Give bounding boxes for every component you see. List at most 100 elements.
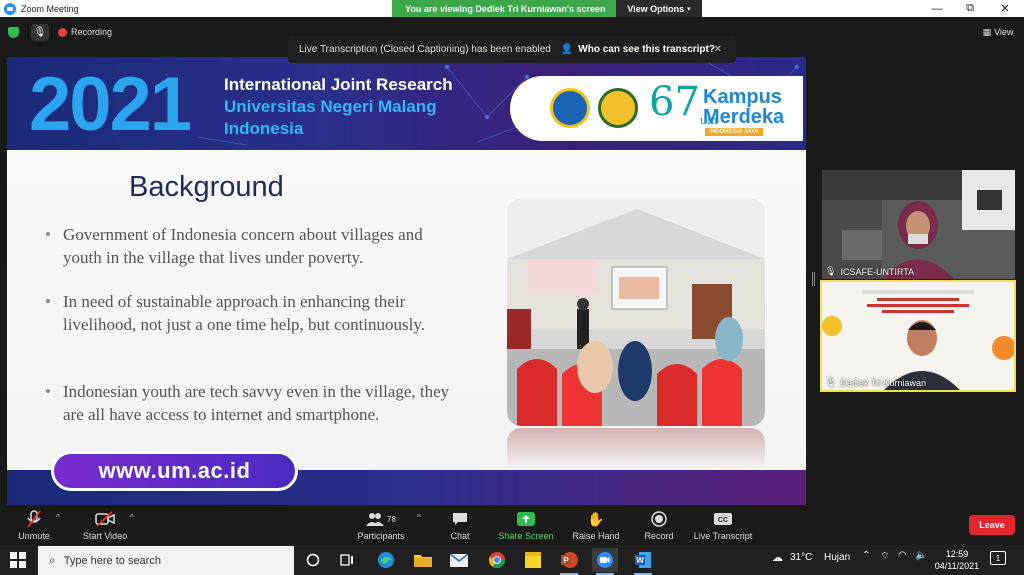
edge-browser-icon[interactable]	[373, 548, 399, 572]
tray-overflow-chevron-icon[interactable]: ⌃	[862, 550, 870, 561]
weather-rain-icon[interactable]: ☁	[772, 551, 783, 564]
participants-icon: 78	[361, 510, 401, 528]
grid-view-icon: ▦	[982, 26, 992, 37]
restore-button[interactable]: ⧉	[955, 0, 985, 17]
svg-text:P: P	[563, 556, 569, 565]
clock-time: 12:59	[945, 549, 969, 559]
shared-screen: 2021 International Joint Research Univer…	[7, 57, 806, 505]
participant-video-active-speaker[interactable]: 🎙 Dediek Tri Kurniawan	[820, 280, 1016, 392]
share-screen-button[interactable]: Share Screen	[497, 505, 555, 545]
year-text: 2021	[29, 62, 192, 147]
participant-name: Dediek Tri Kurniawan	[840, 377, 926, 388]
leave-button[interactable]: Leave	[969, 515, 1015, 535]
url-badge: www.um.ac.id	[51, 451, 298, 491]
bullet-item: In need of sustainable approach in enhan…	[45, 290, 465, 336]
taskbar-search-placeholder: Type here to search	[63, 554, 161, 567]
audio-options-caret[interactable]: ^	[56, 513, 60, 522]
bullet-item: Indonesian youth are tech savvy even in …	[45, 380, 465, 426]
participants-options-caret[interactable]: ^	[417, 513, 421, 522]
share-screen-label: Share Screen	[498, 531, 554, 541]
participant-video-feed	[822, 282, 1014, 390]
close-banner-button[interactable]: ✕	[714, 44, 722, 55]
live-transcript-label: Live Transcript	[693, 531, 753, 541]
workshop-photo-illustration	[507, 199, 765, 426]
svg-text:CC: CC	[718, 517, 728, 524]
view-label: View	[994, 27, 1014, 37]
record-label: Record	[644, 531, 674, 541]
bullet-text: In need of sustainable approach in enhan…	[63, 292, 425, 334]
website-url: www.um.ac.id	[98, 458, 251, 483]
mic-muted-icon: 🎙	[825, 377, 837, 387]
sticky-notes-icon[interactable]	[520, 548, 546, 572]
mic-muted-icon: 🎙	[825, 266, 837, 276]
chevron-down-icon: ▾	[687, 5, 691, 13]
speaker-icon[interactable]: 🔈	[915, 550, 927, 561]
tut-wuri-logo-icon	[550, 88, 590, 128]
bullet-text: Government of Indonesia concern about vi…	[63, 225, 423, 267]
taskbar-search-box[interactable]: ⌕ Type here to search	[38, 546, 294, 575]
bullet-text: Indonesian youth are tech savvy even in …	[63, 382, 450, 424]
zoom-app-icon[interactable]	[592, 548, 618, 575]
file-explorer-icon[interactable]	[410, 548, 436, 572]
logo-strip: 67um Kampus Merdeka INDONESIA JAYA	[510, 76, 803, 141]
participants-button[interactable]: 78 Participants	[356, 505, 406, 545]
powerpoint-icon[interactable]: P	[556, 548, 582, 575]
participant-name: ICSAFE-UNTIRTA	[840, 266, 915, 277]
slide-title: Background	[129, 171, 284, 203]
slide-body: Background Government of Indonesia conce…	[7, 150, 806, 470]
wifi-icon[interactable]: ◠	[898, 550, 907, 561]
close-window-button[interactable]: ✕	[990, 0, 1020, 17]
participants-label: Participants	[357, 531, 405, 541]
record-icon	[649, 510, 669, 528]
closed-caption-icon: CC	[713, 510, 733, 528]
viewing-banner: You are viewing Dediek Tri Kurniawan's s…	[392, 0, 702, 17]
svg-text:W: W	[636, 556, 644, 565]
workshop-photo	[507, 199, 765, 426]
mic-muted-icon	[24, 510, 44, 528]
participant-video[interactable]: 🎙 ICSAFE-UNTIRTA	[822, 170, 1015, 279]
mail-app-icon[interactable]	[446, 548, 472, 572]
live-transcript-button[interactable]: CC Live Transcript	[692, 505, 754, 545]
taskbar-clock[interactable]: 12:59 04/11/2021	[933, 548, 981, 572]
zoom-logo-icon	[4, 2, 16, 15]
transcript-message: Live Transcription (Closed Captioning) h…	[299, 44, 551, 55]
video-off-icon	[95, 510, 115, 528]
photo-reflection	[507, 428, 765, 468]
word-icon[interactable]: W	[630, 548, 656, 575]
network-icon[interactable]: ⌔	[880, 550, 889, 563]
notification-center-icon[interactable]: 1	[990, 551, 1006, 565]
slide-header: 2021 International Joint Research Univer…	[7, 57, 806, 150]
chrome-browser-icon[interactable]	[484, 548, 510, 572]
raise-hand-button[interactable]: ✋ Raise Hand	[570, 505, 622, 545]
weather-condition[interactable]: Hujan	[824, 552, 850, 563]
panel-splitter-handle[interactable]	[812, 272, 815, 286]
raise-hand-label: Raise Hand	[572, 531, 620, 541]
unmute-button[interactable]: Unmute	[15, 505, 53, 545]
minimize-button[interactable]: —	[922, 0, 952, 17]
participant-name-bar: 🎙 ICSAFE-UNTIRTA	[825, 266, 914, 277]
encryption-shield-icon[interactable]	[8, 27, 19, 38]
mic-muted-icon[interactable]: 🎙	[31, 24, 49, 41]
bullet-item: Government of Indonesia concern about vi…	[45, 223, 465, 269]
view-options-label: View Options	[627, 3, 685, 14]
chat-button[interactable]: Chat	[446, 505, 474, 545]
clock-date: 04/11/2021	[934, 561, 980, 571]
search-icon: ⌕	[49, 553, 56, 567]
windows-start-icon[interactable]	[10, 552, 26, 568]
record-button[interactable]: Record	[640, 505, 678, 545]
who-can-see-label: Who can see this transcript?	[578, 44, 715, 55]
kampus-tag: INDONESIA JAYA	[705, 128, 763, 136]
person-icon: 👤	[560, 44, 574, 55]
cortana-icon[interactable]	[300, 548, 326, 572]
view-options-button[interactable]: View Options ▾	[616, 0, 702, 17]
task-view-icon[interactable]	[334, 548, 360, 572]
participants-count: 78	[387, 514, 396, 524]
recording-dot-icon	[58, 28, 67, 37]
view-button[interactable]: ▦ View	[979, 24, 1017, 40]
chat-bubble-icon	[450, 510, 470, 528]
video-options-caret[interactable]: ^	[130, 513, 134, 522]
who-can-see-link[interactable]: 👤 Who can see this transcript?	[561, 44, 715, 55]
start-video-button[interactable]: Start Video	[80, 505, 130, 545]
kampus-line-2: Merdeka	[703, 106, 785, 128]
weather-temperature[interactable]: 31°C	[790, 552, 812, 563]
